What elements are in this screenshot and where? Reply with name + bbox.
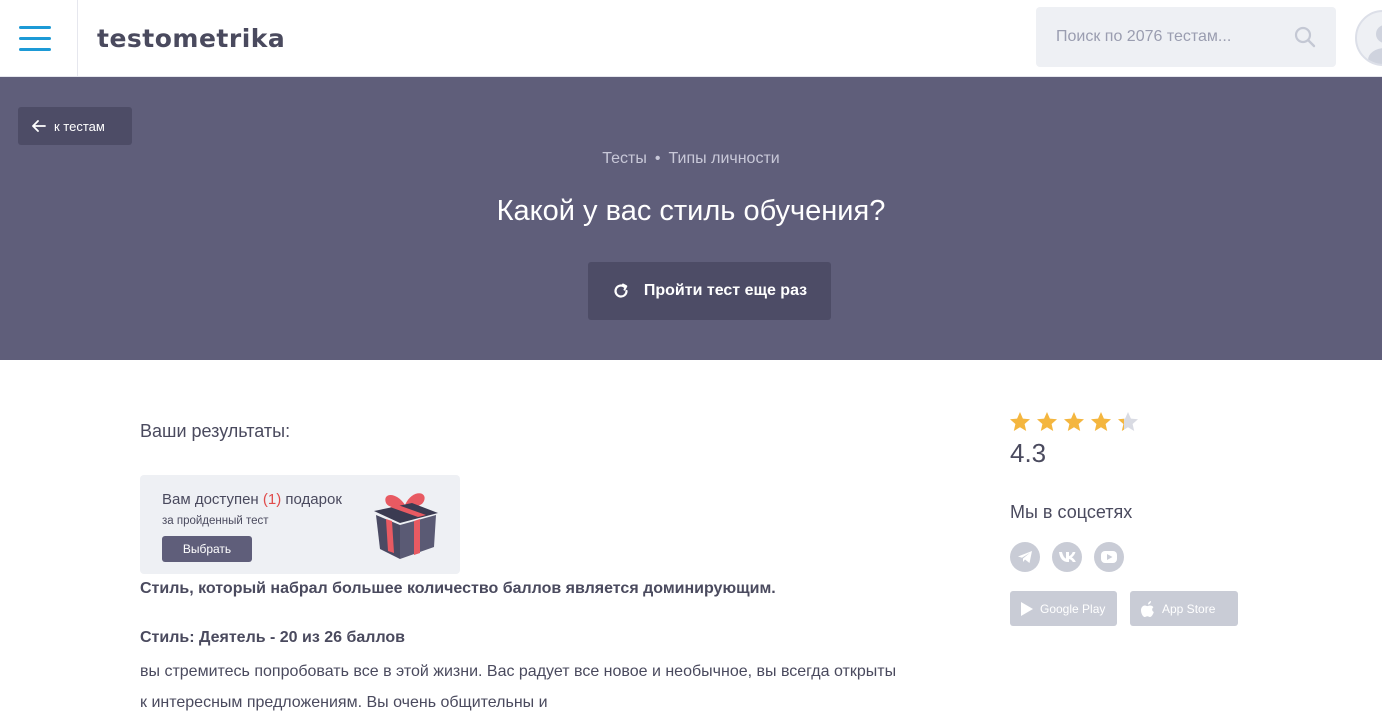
- gift-subtitle: за пройденный тест: [162, 515, 269, 527]
- breadcrumb-personality-types[interactable]: Типы личности: [668, 150, 779, 167]
- gift-suffix: подарок: [285, 491, 342, 508]
- app-store-button[interactable]: App Store: [1130, 591, 1238, 626]
- social-heading: Мы в соцсетях: [1010, 502, 1133, 522]
- arrow-left-icon: [32, 120, 46, 132]
- test-hero: к тестам Тесты • Типы личности Какой у вас…: [0, 77, 1382, 360]
- rating-value: 4.3: [1010, 438, 1047, 468]
- hamburger-menu-icon[interactable]: [0, 0, 78, 77]
- search-input[interactable]: [1036, 7, 1336, 67]
- style-result-title: Стиль: Деятель - 20 из 26 баллов: [140, 629, 406, 646]
- rating-stars[interactable]: [1009, 410, 1141, 434]
- gift-box-icon: [374, 493, 438, 559]
- youtube-icon[interactable]: [1094, 542, 1124, 572]
- gift-count: (1): [262, 491, 282, 508]
- site-logo[interactable]: testometrika: [97, 24, 285, 53]
- search-box[interactable]: [1036, 7, 1336, 67]
- google-play-button[interactable]: Google Play: [1010, 591, 1117, 626]
- back-button-label: к тестам: [54, 118, 105, 134]
- results-heading: Ваши результаты:: [140, 421, 291, 441]
- style-result-description: вы стремитесь попробовать все в этой жиз…: [140, 663, 897, 711]
- breadcrumb-separator: •: [654, 150, 661, 167]
- refresh-icon: [614, 283, 628, 298]
- breadcrumb: Тесты • Типы личности: [0, 150, 1382, 168]
- google-play-label: Google Play: [1040, 601, 1106, 616]
- dominant-style-note: Стиль, который набрал большее количество…: [140, 580, 776, 597]
- user-avatar[interactable]: [1355, 10, 1382, 66]
- gift-prefix: Вам доступен: [162, 491, 259, 508]
- user-avatar-icon: [1368, 25, 1382, 64]
- choose-gift-button[interactable]: Выбрать: [162, 536, 252, 562]
- search-icon[interactable]: [1294, 26, 1316, 48]
- social-links: [1010, 542, 1124, 572]
- breadcrumb-tests[interactable]: Тесты: [602, 150, 647, 167]
- telegram-icon[interactable]: [1010, 542, 1040, 572]
- star-icon-row: [1010, 412, 1138, 431]
- retake-button-label: Пройти тест еще раз: [643, 282, 808, 299]
- back-to-tests-button[interactable]: к тестам: [18, 107, 132, 145]
- page-title: Какой у вас стиль обучения?: [496, 195, 886, 227]
- gift-banner: Вам доступен (1) подарок за пройденный т…: [140, 475, 460, 574]
- vk-icon[interactable]: [1052, 542, 1082, 572]
- google-play-icon: [1021, 601, 1033, 616]
- retake-test-button[interactable]: Пройти тест еще раз: [588, 262, 831, 320]
- app-store-label: App Store: [1162, 601, 1216, 616]
- site-header: testometrika: [0, 0, 1382, 77]
- apple-icon: [1141, 600, 1154, 617]
- gift-text: Вам доступен (1) подарок: [162, 491, 342, 508]
